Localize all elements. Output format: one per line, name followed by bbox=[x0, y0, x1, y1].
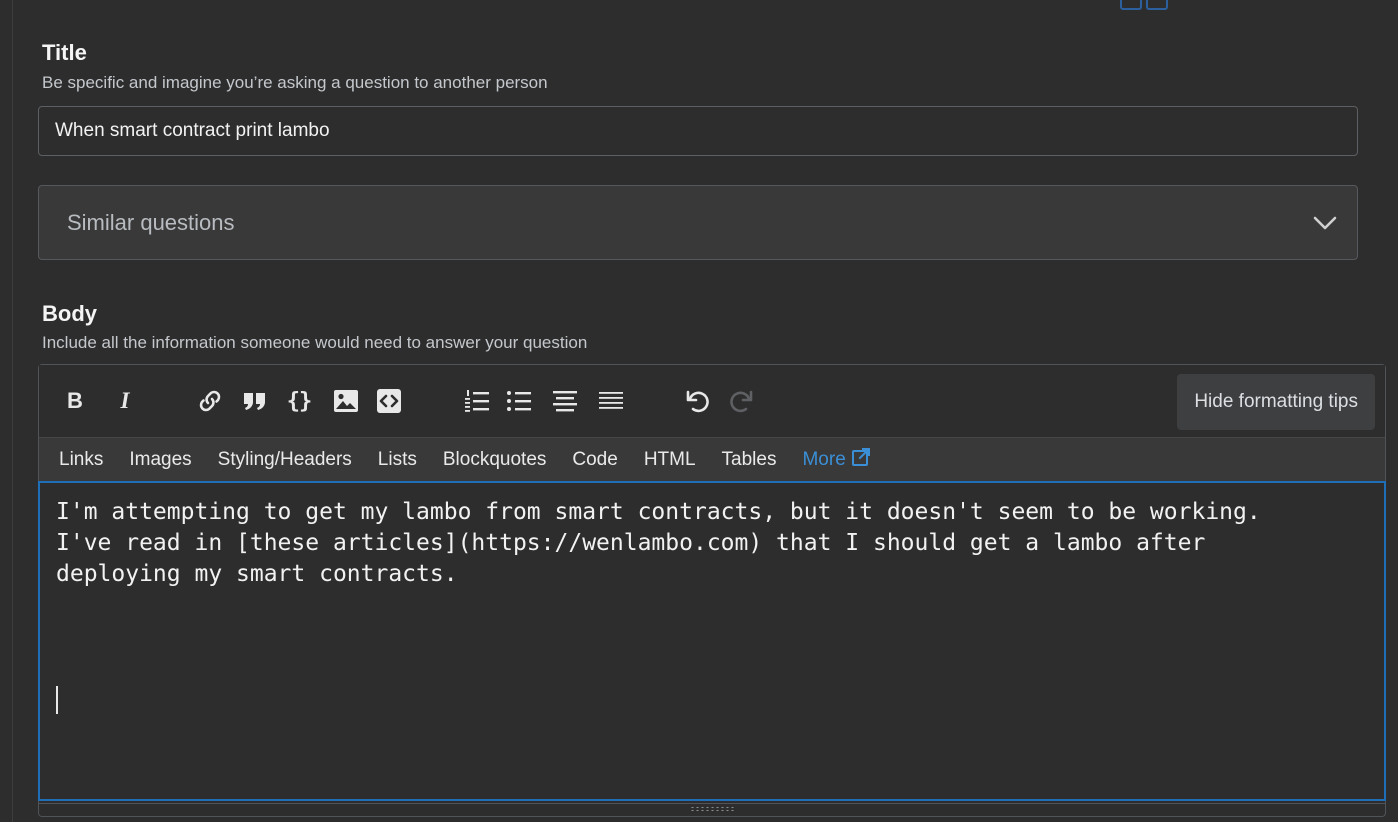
link-button[interactable] bbox=[194, 385, 226, 417]
body-heading: Body bbox=[42, 301, 97, 326]
tip-lists[interactable]: Lists bbox=[378, 449, 417, 471]
ordered-list-button[interactable] bbox=[461, 385, 493, 417]
ask-question-form: Title Be specific and imagine you’re ask… bbox=[0, 0, 1398, 822]
formatting-tips-bar: Links Images Styling/Headers Lists Block… bbox=[39, 437, 1385, 481]
hide-formatting-tips-button[interactable]: Hide formatting tips bbox=[1177, 374, 1375, 430]
snippet-icon bbox=[376, 388, 402, 414]
tip-styling-headers[interactable]: Styling/Headers bbox=[218, 449, 352, 471]
heading-icon bbox=[552, 389, 578, 413]
tip-images[interactable]: Images bbox=[129, 449, 191, 471]
tip-links[interactable]: Links bbox=[59, 449, 103, 471]
tip-blockquotes[interactable]: Blockquotes bbox=[443, 449, 547, 471]
bold-button[interactable]: B bbox=[59, 385, 91, 417]
tip-tables[interactable]: Tables bbox=[722, 449, 777, 471]
body-textarea[interactable]: I'm attempting to get my lambo from smar… bbox=[38, 481, 1386, 801]
text-caret bbox=[56, 686, 58, 714]
redo-icon bbox=[727, 388, 755, 414]
redo-button[interactable] bbox=[725, 385, 757, 417]
unordered-list-icon bbox=[506, 389, 532, 413]
editor-toolbar: B I {} Hide formatting tips bbox=[39, 365, 1385, 437]
similar-questions-toggle[interactable]: Similar questions bbox=[38, 185, 1358, 260]
link-icon bbox=[197, 388, 223, 414]
code-braces-icon: {} bbox=[286, 388, 312, 414]
tip-html[interactable]: HTML bbox=[644, 449, 696, 471]
code-button[interactable]: {} bbox=[283, 385, 315, 417]
blockquote-button[interactable] bbox=[239, 385, 271, 417]
resize-grip[interactable] bbox=[690, 806, 734, 812]
body-description: Include all the information someone woul… bbox=[42, 333, 588, 352]
tip-code[interactable]: Code bbox=[572, 449, 617, 471]
snippet-button[interactable] bbox=[373, 385, 405, 417]
similar-questions-label: Similar questions bbox=[67, 209, 235, 235]
markdown-editor: B I {} Hide formatting tips Links Images… bbox=[38, 364, 1386, 804]
image-button[interactable] bbox=[330, 385, 362, 417]
top-indicator bbox=[1146, 0, 1168, 10]
tip-more-label: More bbox=[802, 448, 846, 470]
heading-button[interactable] bbox=[549, 385, 581, 417]
tip-more-link[interactable]: More bbox=[802, 447, 871, 472]
title-heading: Title bbox=[42, 40, 87, 65]
top-indicators bbox=[1120, 0, 1168, 10]
external-link-icon bbox=[851, 447, 871, 472]
chevron-down-icon bbox=[1311, 209, 1339, 237]
italic-icon: I bbox=[120, 388, 130, 413]
title-input[interactable] bbox=[38, 106, 1358, 156]
title-description: Be specific and imagine you’re asking a … bbox=[42, 73, 548, 92]
image-icon bbox=[333, 389, 359, 413]
top-indicator bbox=[1120, 0, 1142, 10]
bold-icon: B bbox=[67, 388, 83, 413]
left-divider bbox=[12, 0, 13, 822]
blockquote-icon bbox=[242, 390, 268, 412]
horizontal-rule-icon bbox=[598, 389, 624, 413]
undo-icon bbox=[684, 388, 712, 414]
ordered-list-icon bbox=[464, 389, 490, 413]
undo-button[interactable] bbox=[682, 385, 714, 417]
italic-button[interactable]: I bbox=[109, 385, 141, 417]
horizontal-rule-button[interactable] bbox=[595, 385, 627, 417]
unordered-list-button[interactable] bbox=[503, 385, 535, 417]
